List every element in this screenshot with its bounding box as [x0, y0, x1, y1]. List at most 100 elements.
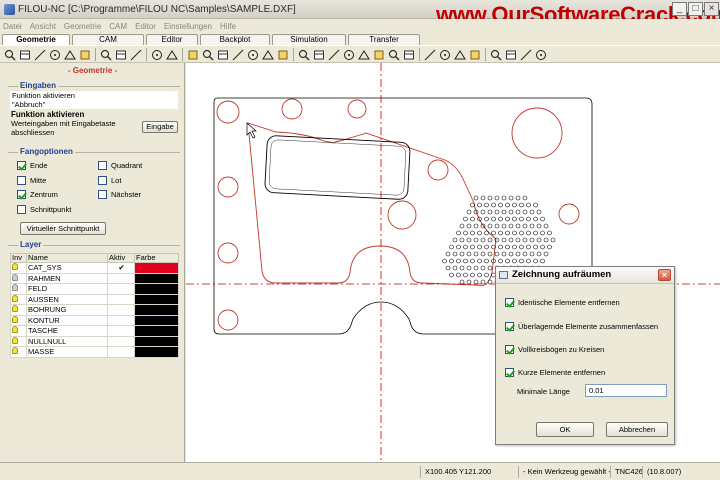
lightbulb-icon[interactable]: [12, 263, 18, 271]
line-icon[interactable]: [201, 48, 215, 61]
snap-naechster[interactable]: Nächster: [98, 190, 141, 199]
menu-geometrie[interactable]: Geometrie: [64, 22, 101, 31]
checkbox[interactable]: [505, 345, 514, 354]
layer-visibility[interactable]: [10, 325, 27, 337]
snap-ende[interactable]: Ende: [17, 161, 48, 170]
tab-simulation[interactable]: Simulation: [272, 34, 346, 45]
layer-visibility[interactable]: [10, 262, 27, 274]
tab-editor[interactable]: Editor: [146, 34, 198, 45]
lightbulb-icon[interactable]: [12, 305, 18, 313]
eingabe-button[interactable]: Eingabe: [142, 121, 178, 133]
checkbox[interactable]: [505, 298, 514, 307]
layer-color[interactable]: [134, 262, 179, 274]
close-window-button[interactable]: ×: [704, 2, 719, 16]
layer-color[interactable]: [134, 335, 179, 347]
layer-visibility[interactable]: [10, 304, 27, 316]
tab-cam[interactable]: CAM: [72, 34, 144, 45]
lightbulb-icon[interactable]: [12, 326, 18, 334]
layer-icon[interactable]: [519, 48, 533, 61]
layer-color[interactable]: [134, 314, 179, 326]
undo-icon[interactable]: [150, 48, 164, 61]
copy-icon[interactable]: [453, 48, 467, 61]
grid-icon[interactable]: [423, 48, 437, 61]
checkbox[interactable]: [17, 190, 26, 199]
menu-datei[interactable]: Datei: [3, 22, 22, 31]
zoom-out-icon[interactable]: [18, 48, 32, 61]
layer-visibility[interactable]: [10, 346, 27, 358]
layer-visibility[interactable]: [10, 335, 27, 347]
checkbox[interactable]: [17, 161, 26, 170]
save-icon[interactable]: [129, 48, 143, 61]
checkbox[interactable]: [98, 161, 107, 170]
layer-active[interactable]: [107, 325, 135, 337]
polyline-icon[interactable]: [246, 48, 260, 61]
lightbulb-icon[interactable]: [12, 315, 18, 323]
redo-icon[interactable]: [165, 48, 179, 61]
circle-2p-icon[interactable]: [276, 48, 290, 61]
checkbox[interactable]: [98, 176, 107, 185]
delete-icon[interactable]: [468, 48, 482, 61]
checkbox[interactable]: [505, 368, 514, 377]
tab-transfer[interactable]: Transfer: [348, 34, 420, 45]
snap-lot[interactable]: Lot: [98, 176, 121, 185]
zoom-in-icon[interactable]: [3, 48, 17, 61]
tab-geometrie[interactable]: Geometrie: [2, 34, 70, 45]
open-file-icon[interactable]: [114, 48, 128, 61]
menu-hilfe[interactable]: Hilfe: [220, 22, 236, 31]
virtual-intersection-button[interactable]: Virtueller Schnittpunkt: [20, 222, 106, 235]
menu-ansicht[interactable]: Ansicht: [30, 22, 56, 31]
layer-color[interactable]: [134, 293, 179, 305]
min-length-input[interactable]: [585, 384, 667, 397]
arc-icon[interactable]: [297, 48, 311, 61]
tree-icon[interactable]: [63, 48, 77, 61]
option-short-elements[interactable]: Kurze Elemente entfernen: [505, 368, 605, 377]
zoom-window-icon[interactable]: [33, 48, 47, 61]
layer-row[interactable]: CAT_SYS ✔: [10, 262, 179, 274]
checkbox[interactable]: [98, 190, 107, 199]
layer-row[interactable]: MASSE: [10, 346, 179, 358]
lightbulb-icon[interactable]: [12, 294, 18, 302]
angle-line-icon[interactable]: [231, 48, 245, 61]
lightbulb-icon[interactable]: [12, 336, 18, 344]
checkbox[interactable]: [17, 176, 26, 185]
checkbox[interactable]: [505, 322, 514, 331]
menu-cam[interactable]: CAM: [109, 22, 127, 31]
layer-row[interactable]: RAHMEN: [10, 272, 179, 284]
maximize-button[interactable]: □: [688, 2, 703, 16]
option-identical[interactable]: Identische Elemente entfernen: [505, 298, 620, 307]
layer-active[interactable]: [107, 283, 135, 295]
layer-row[interactable]: NULLNULL: [10, 335, 179, 347]
option-overlapping[interactable]: Überlagernde Elemente zusammenfassen: [505, 322, 658, 331]
layer-active[interactable]: [107, 293, 135, 305]
layer-visibility[interactable]: [10, 283, 27, 295]
layer-color[interactable]: [134, 325, 179, 337]
layer-color[interactable]: [134, 272, 179, 284]
extend-icon[interactable]: [387, 48, 401, 61]
measure-icon[interactable]: [489, 48, 503, 61]
help-icon[interactable]: [534, 48, 548, 61]
layer-visibility[interactable]: [10, 293, 27, 305]
split-icon[interactable]: [402, 48, 416, 61]
layer-active[interactable]: [107, 346, 135, 358]
layer-color[interactable]: [134, 304, 179, 316]
minimize-button[interactable]: _: [672, 2, 687, 16]
dimension-icon[interactable]: [504, 48, 518, 61]
snap-zentrum[interactable]: Zentrum: [17, 190, 58, 199]
layer-visibility[interactable]: [10, 272, 27, 284]
array-icon[interactable]: [438, 48, 452, 61]
dialog-close-button[interactable]: ×: [658, 269, 671, 281]
cancel-button[interactable]: Abbrechen: [606, 422, 668, 437]
snap-schnittpunkt[interactable]: Schnittpunkt: [17, 205, 71, 214]
rectangle-icon[interactable]: [216, 48, 230, 61]
snap-mitte[interactable]: Mitte: [17, 176, 46, 185]
menu-einstellungen[interactable]: Einstellungen: [164, 22, 212, 31]
layer-active[interactable]: [107, 314, 135, 326]
offset-icon[interactable]: [342, 48, 356, 61]
lightbulb-icon[interactable]: [12, 273, 18, 281]
layer-row[interactable]: FELD: [10, 283, 179, 295]
layer-active[interactable]: [107, 272, 135, 284]
layer-row[interactable]: TASCHE: [10, 325, 179, 337]
layer-active[interactable]: [107, 304, 135, 316]
layer-active[interactable]: ✔: [107, 262, 135, 274]
snap-quadrant[interactable]: Quadrant: [98, 161, 142, 170]
